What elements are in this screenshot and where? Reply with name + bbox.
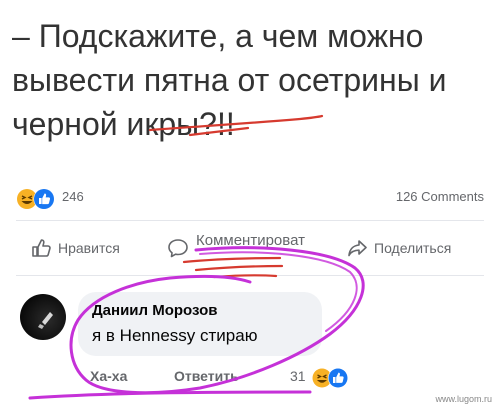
divider [16,275,484,276]
comments-count[interactable]: 126 Comments [396,189,484,204]
comment-reaction-count: 31 [290,368,306,384]
comment-text: я в Hennessy стираю [92,326,258,345]
comment-reaction-icons [312,368,348,388]
comment: Даниил Морозов я в Hennessy стираю Ха-ха… [20,288,490,398]
comment-icon [168,239,188,258]
comment-button[interactable]: Комментироват [166,228,305,268]
reaction-icons [17,188,55,210]
share-icon [348,240,367,257]
like-label: Нравится [58,240,120,256]
like-icon [328,368,348,388]
reactions-summary[interactable]: 246 126 Comments [16,186,484,212]
post-text: – Подскажите, а чем можно вывести пятна … [12,18,447,142]
like-icon [33,188,55,210]
haha-reaction-button[interactable]: Ха-ха [90,368,127,384]
avatar-image [38,312,53,329]
comment-bubble: Даниил Морозов я в Hennessy стираю [78,292,322,356]
thumbs-up-icon [32,239,51,257]
avatar[interactable] [20,294,66,340]
post-actions: Нравится Комментироват Поделиться [16,228,484,268]
share-label: Поделиться [374,240,452,256]
reaction-count: 246 [62,189,84,204]
reply-button[interactable]: Ответить [174,368,239,384]
comment-author[interactable]: Даниил Морозов [92,302,217,319]
share-button[interactable]: Поделиться [346,228,451,268]
divider [16,220,484,221]
comment-label: Комментироват [196,231,305,249]
watermark: www.lugom.ru [435,394,492,404]
like-button[interactable]: Нравится [30,228,120,268]
